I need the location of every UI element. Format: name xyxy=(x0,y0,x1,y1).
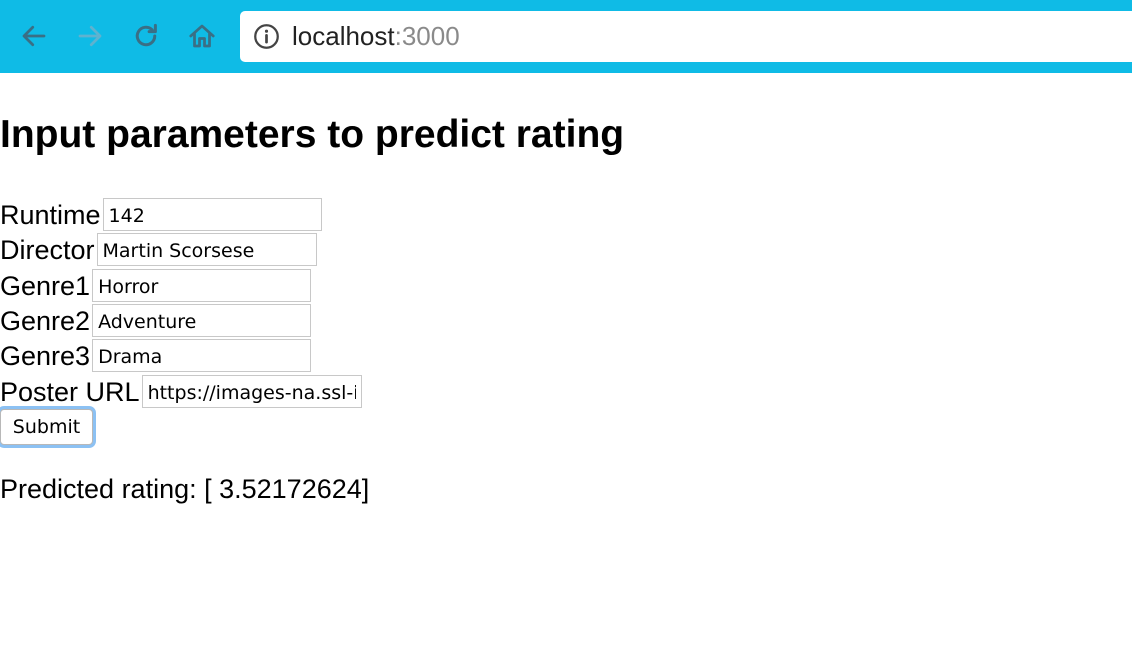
genre1-input[interactable] xyxy=(92,269,312,302)
url-host: localhost xyxy=(292,21,395,51)
director-label: Director xyxy=(0,235,95,265)
back-arrow-icon xyxy=(22,25,46,47)
reload-icon xyxy=(135,23,157,47)
browser-toolbar: localhost:3000 xyxy=(0,0,1132,73)
address-bar[interactable]: localhost:3000 xyxy=(240,11,1132,62)
predicted-rating-text: Predicted rating: [ 3.52172624] xyxy=(0,474,370,504)
page-title: Input parameters to predict rating xyxy=(0,113,625,156)
field-poster-url: Poster URL xyxy=(0,374,362,408)
url-port: :3000 xyxy=(394,21,460,51)
genre3-input[interactable] xyxy=(92,339,312,372)
runtime-input[interactable] xyxy=(102,198,322,231)
genre2-label: Genre2 xyxy=(0,306,91,336)
reload-button[interactable] xyxy=(128,18,164,54)
field-director: Director xyxy=(0,232,317,266)
back-button[interactable] xyxy=(16,18,52,54)
home-icon xyxy=(189,24,215,48)
field-genre2: Genre2 xyxy=(0,303,312,337)
poster-url-input[interactable] xyxy=(141,375,362,408)
genre2-input[interactable] xyxy=(92,304,312,337)
director-input[interactable] xyxy=(96,233,317,266)
poster-url-label: Poster URL xyxy=(0,377,140,407)
field-genre1: Genre1 xyxy=(0,268,312,302)
field-runtime: Runtime xyxy=(0,197,322,231)
runtime-label: Runtime xyxy=(0,200,101,230)
genre3-label: Genre3 xyxy=(0,341,91,371)
forward-button[interactable] xyxy=(72,18,108,54)
field-genre3: Genre3 xyxy=(0,338,312,372)
submit-button[interactable]: Submit xyxy=(0,409,93,445)
url-text: localhost:3000 xyxy=(292,21,460,51)
info-icon[interactable] xyxy=(253,23,280,50)
forward-arrow-icon xyxy=(78,25,102,47)
genre1-label: Genre1 xyxy=(0,271,91,301)
home-button[interactable] xyxy=(184,18,220,54)
